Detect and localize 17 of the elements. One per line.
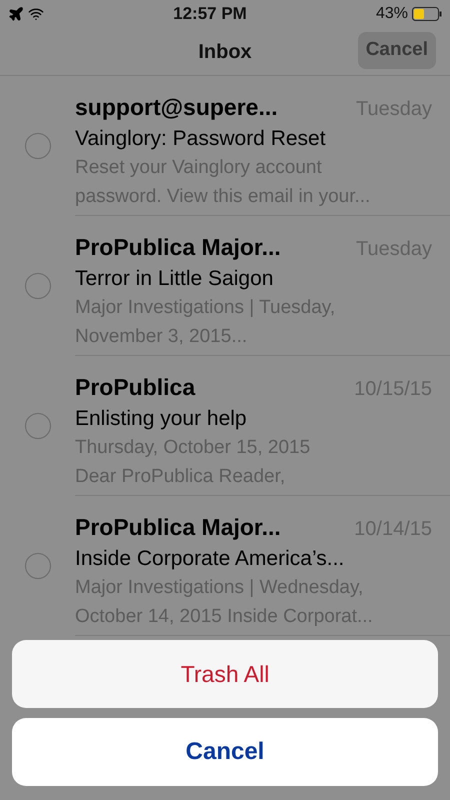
email-sender: ProPublica Major... — [75, 233, 281, 262]
email-subject: Enlisting your help — [75, 406, 248, 432]
wifi-icon — [28, 6, 44, 22]
nav-title: Inbox — [198, 40, 252, 64]
battery-icon — [412, 7, 442, 21]
airplane-icon — [8, 6, 24, 22]
email-sender: support@supere... — [75, 93, 278, 122]
email-subject: Inside Corporate America’s... — [75, 546, 346, 572]
cancel-button[interactable]: Cancel — [358, 32, 436, 68]
trash-all-button[interactable]: Trash All — [12, 640, 438, 708]
battery-percent: 43% — [376, 4, 408, 24]
email-subject: Vainglory: Password Reset — [75, 126, 327, 152]
cancel-button[interactable]: Cancel — [12, 718, 438, 786]
email-subject: Terror in Little Saigon — [75, 266, 274, 292]
email-sender: ProPublica Major... — [75, 513, 281, 542]
email-sender: ProPublica — [75, 373, 196, 402]
status-time: 12:57 PM — [173, 3, 247, 26]
